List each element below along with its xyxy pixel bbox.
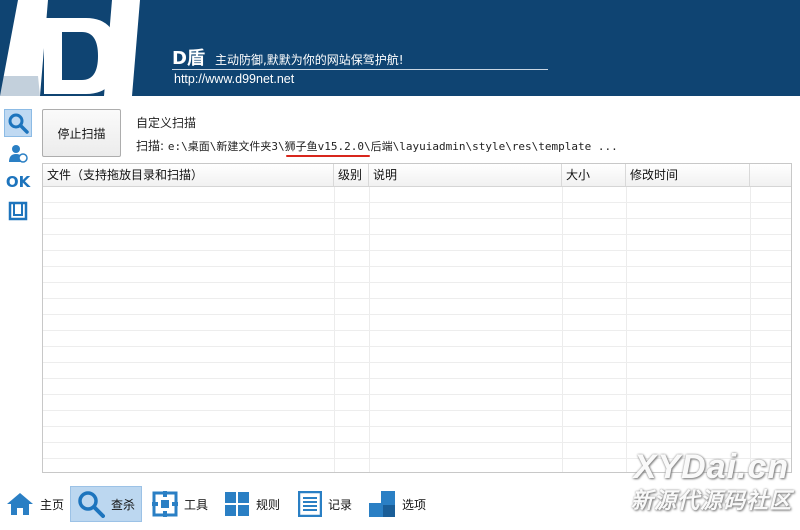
frame-icon <box>8 201 28 221</box>
toolbar-log-label: 记录 <box>328 497 353 512</box>
scan-path-part1: e:\桌面\新建文件夹3\ <box>167 140 285 153</box>
toolbar-home-label: 主页 <box>40 497 65 512</box>
table-row[interactable] <box>43 219 791 235</box>
column-header-modified[interactable]: 修改时间 <box>626 164 750 186</box>
options-icon <box>369 491 395 517</box>
sidebar-scan-button[interactable] <box>4 109 32 137</box>
home-icon <box>7 493 33 515</box>
search-icon <box>78 491 105 518</box>
table-row[interactable] <box>43 395 791 411</box>
user-shield-icon <box>9 145 28 163</box>
app-header: D盾 主动防御,默默为你的网站保驾护航! http://www.d99net.n… <box>0 0 800 96</box>
toolbar-log-button[interactable]: 记录 <box>292 486 358 522</box>
table-row[interactable] <box>43 235 791 251</box>
results-table[interactable]: 文件（支持拖放目录和扫描） 级别 说明 大小 修改时间 <box>42 163 792 473</box>
table-header: 文件（支持拖放目录和扫描） 级别 说明 大小 修改时间 <box>43 164 791 187</box>
toolbar-options-label: 选项 <box>402 497 427 512</box>
left-sidebar: OK <box>0 106 36 486</box>
table-row[interactable] <box>43 283 791 299</box>
sidebar-ok-button[interactable]: OK <box>4 168 32 196</box>
search-icon <box>8 113 29 134</box>
watermark-line1: XYDai.cn <box>633 448 790 486</box>
table-row[interactable] <box>43 347 791 363</box>
toolbar-tools-label: 工具 <box>184 497 209 512</box>
column-header-level[interactable]: 级别 <box>334 164 369 186</box>
sidebar-frame-button[interactable] <box>4 197 32 225</box>
table-row[interactable] <box>43 251 791 267</box>
scan-path-highlight: 狮子鱼v15.2.0 <box>284 140 364 153</box>
table-row[interactable] <box>43 299 791 315</box>
tools-icon <box>152 491 178 517</box>
table-row[interactable] <box>43 203 791 219</box>
toolbar-options-button[interactable]: 选项 <box>362 486 432 522</box>
column-header-file[interactable]: 文件（支持拖放目录和扫描） <box>43 164 334 186</box>
watermark: XYDai.cn 新源代源码社区 <box>631 448 792 515</box>
table-row[interactable] <box>43 427 791 443</box>
stop-scan-button[interactable]: 停止扫描 <box>42 109 121 157</box>
toolbar-scan-button[interactable]: 查杀 <box>70 486 143 522</box>
d-shield-logo <box>0 0 160 96</box>
brand-divider <box>172 69 548 70</box>
brand: D盾 主动防御,默默为你的网站保驾护航! <box>172 44 404 70</box>
table-row[interactable] <box>43 187 791 203</box>
brand-name: D盾 <box>172 48 205 69</box>
table-row[interactable] <box>43 363 791 379</box>
toolbar-home-button[interactable]: 主页 <box>0 486 70 522</box>
ok-label: OK <box>5 173 31 191</box>
table-row[interactable] <box>43 411 791 427</box>
list-icon <box>298 491 322 517</box>
grid-icon <box>225 492 249 516</box>
column-header-size[interactable]: 大小 <box>562 164 626 186</box>
toolbar-rules-label: 规则 <box>256 497 281 512</box>
table-row[interactable] <box>43 315 791 331</box>
scan-mode-label: 自定义扫描 <box>136 116 197 130</box>
watermark-line2: 新源代源码社区 <box>630 489 792 514</box>
toolbar-scan-label: 查杀 <box>111 497 136 512</box>
table-row[interactable] <box>43 267 791 283</box>
brand-slogan: 主动防御,默默为你的网站保驾护航! <box>214 53 404 67</box>
table-row[interactable] <box>43 331 791 347</box>
table-row[interactable] <box>43 379 791 395</box>
column-header-description[interactable]: 说明 <box>369 164 562 186</box>
scan-path-part2: \后端\layuiadmin\style\res\template ... <box>363 140 618 153</box>
toolbar-tools-button[interactable]: 工具 <box>146 486 214 522</box>
sidebar-user-button[interactable] <box>4 139 32 167</box>
brand-url[interactable]: http://www.d99net.net <box>174 72 294 86</box>
highlight-underline <box>286 155 370 157</box>
scan-path-prefix: 扫描: <box>136 139 165 153</box>
scan-path: 扫描: e:\桌面\新建文件夹3\狮子鱼v15.2.0\后端\layuiadmi… <box>136 137 618 154</box>
toolbar-rules-button[interactable]: 规则 <box>218 486 286 522</box>
